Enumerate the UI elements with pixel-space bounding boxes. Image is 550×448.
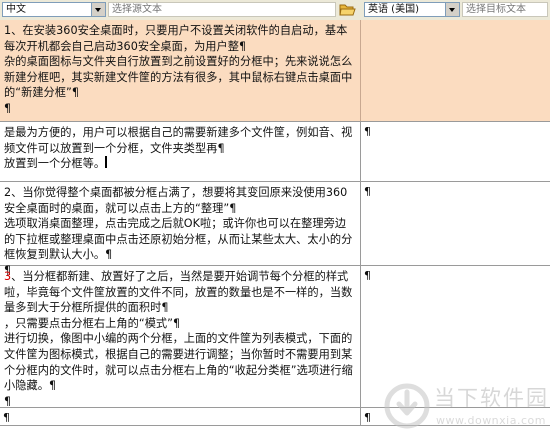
target-cell[interactable]: ¶	[361, 182, 550, 265]
target-language-select[interactable]: 英语 (美国)	[364, 2, 460, 17]
source-cell[interactable]: 3、当分框都新建、放置好了之后，当然是要开始调节每个分框的样式啦，毕竟每个文件筐…	[0, 266, 361, 408]
source-cell[interactable]: ¶	[0, 408, 361, 425]
chevron-down-icon[interactable]	[91, 3, 105, 16]
target-text-input[interactable]	[462, 2, 548, 17]
source-text: 是最为方便的，用户可以根据自己的需要新建多个文件筐，例如音、视频文件可以放置到一…	[4, 126, 353, 171]
target-cell[interactable]: ¶	[361, 122, 550, 181]
watermark-text: 当下软件园	[434, 386, 549, 410]
source-text: 1、在安装360安全桌面时，只要用户不设置关闭软件的自启动，基本每次开机都会自己…	[4, 24, 353, 115]
target-text: ¶	[364, 185, 371, 198]
watermark-logo-icon	[384, 383, 430, 429]
target-text: ¶	[364, 411, 371, 424]
target-language-value: 英语 (美国)	[368, 4, 419, 15]
source-text: ¶	[3, 411, 10, 424]
source-cell[interactable]: 是最为方便的，用户可以根据自己的需要新建多个文件筐，例如音、视频文件可以放置到一…	[0, 122, 361, 181]
source-language-value: 中文	[6, 4, 26, 15]
target-cell[interactable]	[361, 20, 550, 121]
source-text: 2、当你觉得整个桌面都被分框占满了，想要将其变回原来没使用360安全桌面时的桌面…	[4, 186, 353, 277]
toolbar: 中文 英语 (美国)	[0, 0, 550, 21]
segment-row-1[interactable]: 1、在安装360安全桌面时，只要用户不设置关闭软件的自启动，基本每次开机都会自己…	[0, 20, 550, 122]
target-text: ¶	[364, 269, 371, 282]
source-cell[interactable]: 1、在安装360安全桌面时，只要用户不设置关闭软件的自启动，基本每次开机都会自己…	[0, 20, 361, 121]
source-cell[interactable]: 2、当你觉得整个桌面都被分框占满了，想要将其变回原来没使用360安全桌面时的桌面…	[0, 182, 361, 277]
source-text: 、当分框都新建、放置好了之后，当然是要开始调节每个分框的样式啦，毕竟每个文件筐放…	[4, 270, 353, 408]
folder-open-icon[interactable]	[338, 2, 356, 17]
segment-row-3[interactable]: 2、当你觉得整个桌面都被分框占满了，想要将其变回原来没使用360安全桌面时的桌面…	[0, 182, 550, 277]
source-language-select[interactable]: 中文	[2, 2, 106, 17]
chevron-down-icon[interactable]	[445, 3, 459, 16]
source-text-input[interactable]	[108, 2, 336, 17]
watermark-url: www.downxia.com	[436, 414, 546, 427]
segment-row-2[interactable]: 是最为方便的，用户可以根据自己的需要新建多个文件筐，例如音、视频文件可以放置到一…	[0, 122, 550, 182]
watermark: 当下软件园 www.downxia.com	[384, 380, 547, 440]
target-text: ¶	[364, 125, 371, 138]
text-cursor	[105, 156, 108, 169]
